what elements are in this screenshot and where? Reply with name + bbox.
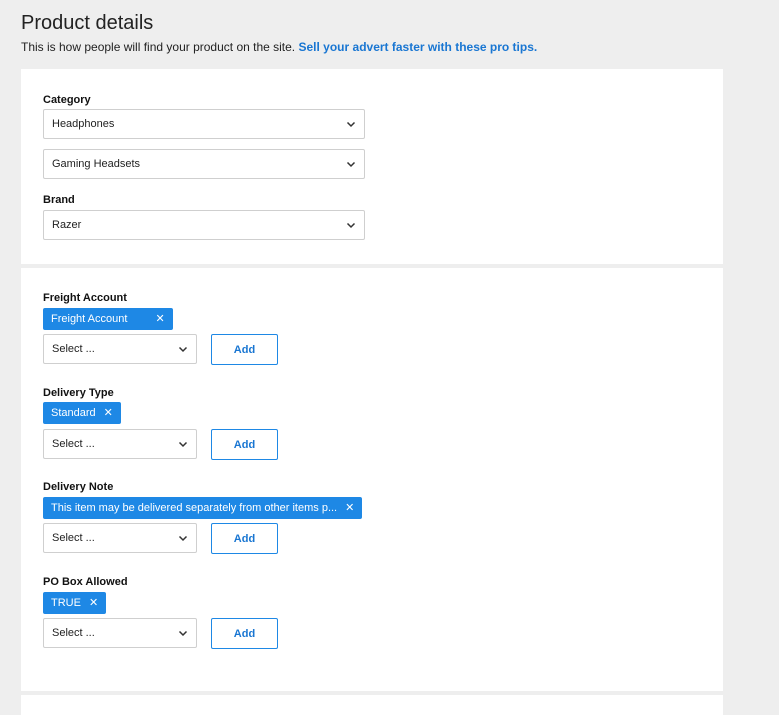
freight-account-label: Freight Account: [43, 292, 127, 304]
freight-account-select[interactable]: Select ...: [43, 334, 197, 364]
chevron-down-icon: [178, 441, 188, 448]
freight-account-tag: Freight Account ✕: [43, 308, 173, 330]
tag-label: TRUE: [51, 597, 81, 609]
delivery-type-tag: Standard ✕: [43, 402, 121, 424]
page-subtitle: This is how people will find your produc…: [21, 39, 761, 55]
select-placeholder: Select ...: [52, 438, 95, 450]
po-box-allowed-label: PO Box Allowed: [43, 576, 128, 588]
po-box-allowed-tag: TRUE ✕: [43, 592, 107, 614]
pro-tips-link[interactable]: Sell your advert faster with these pro t…: [299, 40, 538, 54]
category-label: Category: [43, 94, 91, 106]
chevron-down-icon: [178, 535, 188, 542]
delivery-type-add-button[interactable]: Add: [211, 429, 278, 460]
tag-label: This item may be delivered separately fr…: [51, 502, 338, 514]
delivery-note-select[interactable]: Select ...: [43, 523, 197, 553]
category-select[interactable]: Headphones: [43, 109, 365, 139]
delivery-type-select[interactable]: Select ...: [43, 429, 197, 459]
delivery-note-add-button[interactable]: Add: [211, 523, 278, 554]
delivery-type-label: Delivery Type: [43, 387, 114, 399]
chevron-down-icon: [178, 346, 188, 353]
po-box-allowed-select[interactable]: Select ...: [43, 618, 197, 648]
freight-account-add-button[interactable]: Add: [211, 334, 278, 365]
close-icon[interactable]: ✕: [345, 497, 354, 519]
subcategory-select[interactable]: Gaming Headsets: [43, 149, 365, 179]
chevron-down-icon: [178, 630, 188, 637]
page-title: Product details: [21, 12, 154, 34]
select-placeholder: Select ...: [52, 343, 95, 355]
subcategory-select-value: Gaming Headsets: [52, 158, 141, 170]
tag-label: Standard: [51, 407, 96, 419]
brand-select-value: Razer: [52, 219, 82, 231]
close-icon[interactable]: ✕: [89, 592, 98, 614]
chevron-down-icon: [346, 161, 356, 168]
close-icon[interactable]: ✕: [104, 402, 113, 424]
attributes-card: Freight Account Freight Account ✕ Select …: [21, 268, 723, 691]
subtitle-text: This is how people will find your produc…: [21, 40, 296, 54]
next-section-card: [21, 695, 723, 715]
tag-label: Freight Account: [51, 313, 128, 325]
brand-select[interactable]: Razer: [43, 210, 365, 240]
brand-label: Brand: [43, 194, 75, 206]
delivery-note-tag: This item may be delivered separately fr…: [43, 497, 363, 519]
page-header: Product details This is how people will …: [21, 10, 761, 55]
select-placeholder: Select ...: [52, 627, 95, 639]
delivery-note-label: Delivery Note: [43, 481, 114, 493]
select-placeholder: Select ...: [52, 532, 95, 544]
close-icon[interactable]: ✕: [155, 308, 164, 330]
category-card: Category Headphones Gaming Headsets Bran…: [21, 69, 723, 264]
chevron-down-icon: [346, 222, 356, 229]
po-box-allowed-add-button[interactable]: Add: [211, 618, 278, 649]
category-select-value: Headphones: [52, 118, 115, 130]
chevron-down-icon: [346, 121, 356, 128]
